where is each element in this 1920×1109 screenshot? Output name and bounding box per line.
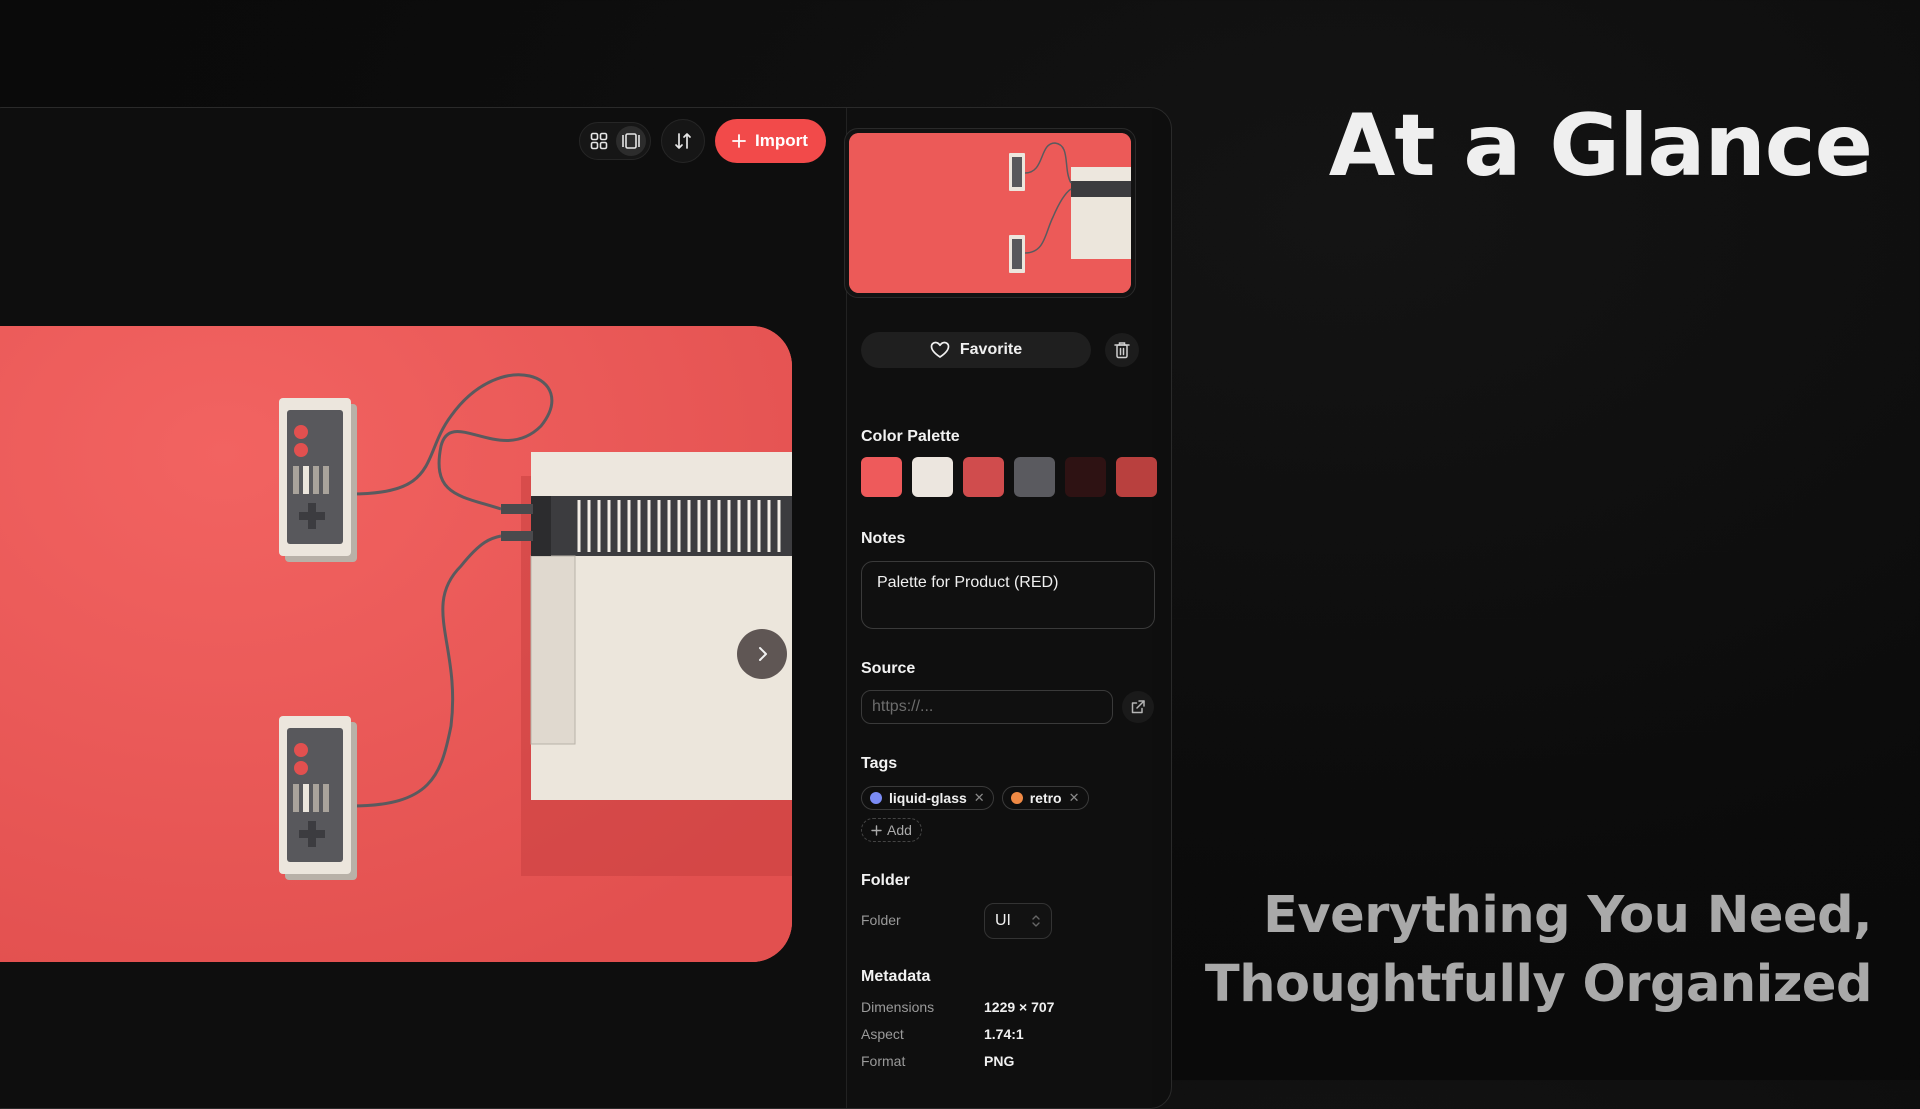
heart-icon (930, 341, 950, 358)
tags-title: Tags (861, 755, 898, 772)
favorite-label: Favorite (959, 341, 1023, 358)
color-palette (861, 457, 1157, 497)
single-view-icon (622, 133, 640, 149)
tag-color-dot (1010, 792, 1023, 804)
grid-icon (590, 132, 608, 150)
tag-chip[interactable]: liquid-glass ✕ (861, 786, 994, 810)
folder-select[interactable]: UI (984, 903, 1052, 939)
chevron-updown-icon (1032, 915, 1040, 927)
add-tag-button[interactable]: Add (861, 818, 922, 842)
plus-icon (871, 824, 882, 836)
notes-text: Palette for Product (RED) (877, 574, 1059, 591)
color-swatch[interactable] (1116, 457, 1157, 497)
grid-view-button[interactable] (584, 126, 614, 156)
app-window: Import Favorite Color Palette Notes Pale… (0, 107, 1172, 1109)
metadata-key: Format (861, 1053, 906, 1069)
color-swatch[interactable] (861, 457, 902, 497)
preview-illustration (849, 133, 1131, 293)
subline-2: Thoughtfully Organized (1204, 955, 1873, 1014)
notes-title: Notes (861, 530, 906, 547)
tag-label: retro (1029, 790, 1062, 806)
metadata-title: Metadata (861, 968, 931, 985)
source-url-input[interactable] (861, 690, 1113, 724)
metadata-key: Aspect (861, 1026, 904, 1042)
color-swatch[interactable] (1065, 457, 1106, 497)
import-label: Import (755, 131, 808, 150)
delete-button[interactable] (1105, 333, 1139, 367)
import-button[interactable]: Import (715, 119, 826, 163)
source-title: Source (861, 660, 916, 677)
sort-button[interactable] (661, 119, 705, 163)
folder-value: UI (995, 912, 1011, 929)
metadata-key: Dimensions (861, 999, 935, 1015)
tag-chip[interactable]: retro ✕ (1001, 786, 1089, 810)
metadata-value: PNG (984, 1053, 1015, 1069)
tag-color-dot (870, 792, 882, 804)
color-palette-title: Color Palette (861, 428, 960, 445)
main-image (0, 326, 792, 962)
retro-console-illustration (0, 326, 792, 962)
metadata-value: 1.74:1 (984, 1026, 1024, 1042)
chevron-right-icon (759, 647, 767, 661)
add-tag-label: Add (887, 822, 912, 838)
color-swatch[interactable] (912, 457, 953, 497)
folder-label: Folder (861, 912, 901, 928)
headline: At a Glance (1328, 96, 1873, 196)
toolbar: Import (579, 118, 826, 164)
favorite-button[interactable]: Favorite (861, 332, 1091, 368)
preview-image (849, 133, 1131, 293)
external-link-icon (1131, 700, 1145, 714)
next-image-button[interactable] (737, 629, 787, 679)
sort-icon (675, 133, 691, 149)
tag-label: liquid-glass (889, 790, 967, 806)
color-swatch[interactable] (1014, 457, 1055, 497)
tag-list: liquid-glass ✕ retro ✕ (861, 786, 1089, 810)
folder-title: Folder (861, 872, 910, 889)
view-toggle (579, 122, 651, 160)
trash-icon (1114, 342, 1130, 359)
remove-tag-icon[interactable]: ✕ (1069, 790, 1080, 806)
preview-thumbnail[interactable] (844, 128, 1136, 298)
notes-textarea[interactable]: Palette for Product (RED) (861, 561, 1155, 629)
single-view-button[interactable] (616, 126, 646, 156)
open-link-button[interactable] (1122, 691, 1154, 723)
subline-1: Everything You Need, (1263, 886, 1872, 945)
color-swatch[interactable] (963, 457, 1004, 497)
remove-tag-icon[interactable]: ✕ (974, 790, 985, 806)
metadata-value: 1229 × 707 (984, 999, 1055, 1015)
plus-icon (732, 134, 746, 148)
